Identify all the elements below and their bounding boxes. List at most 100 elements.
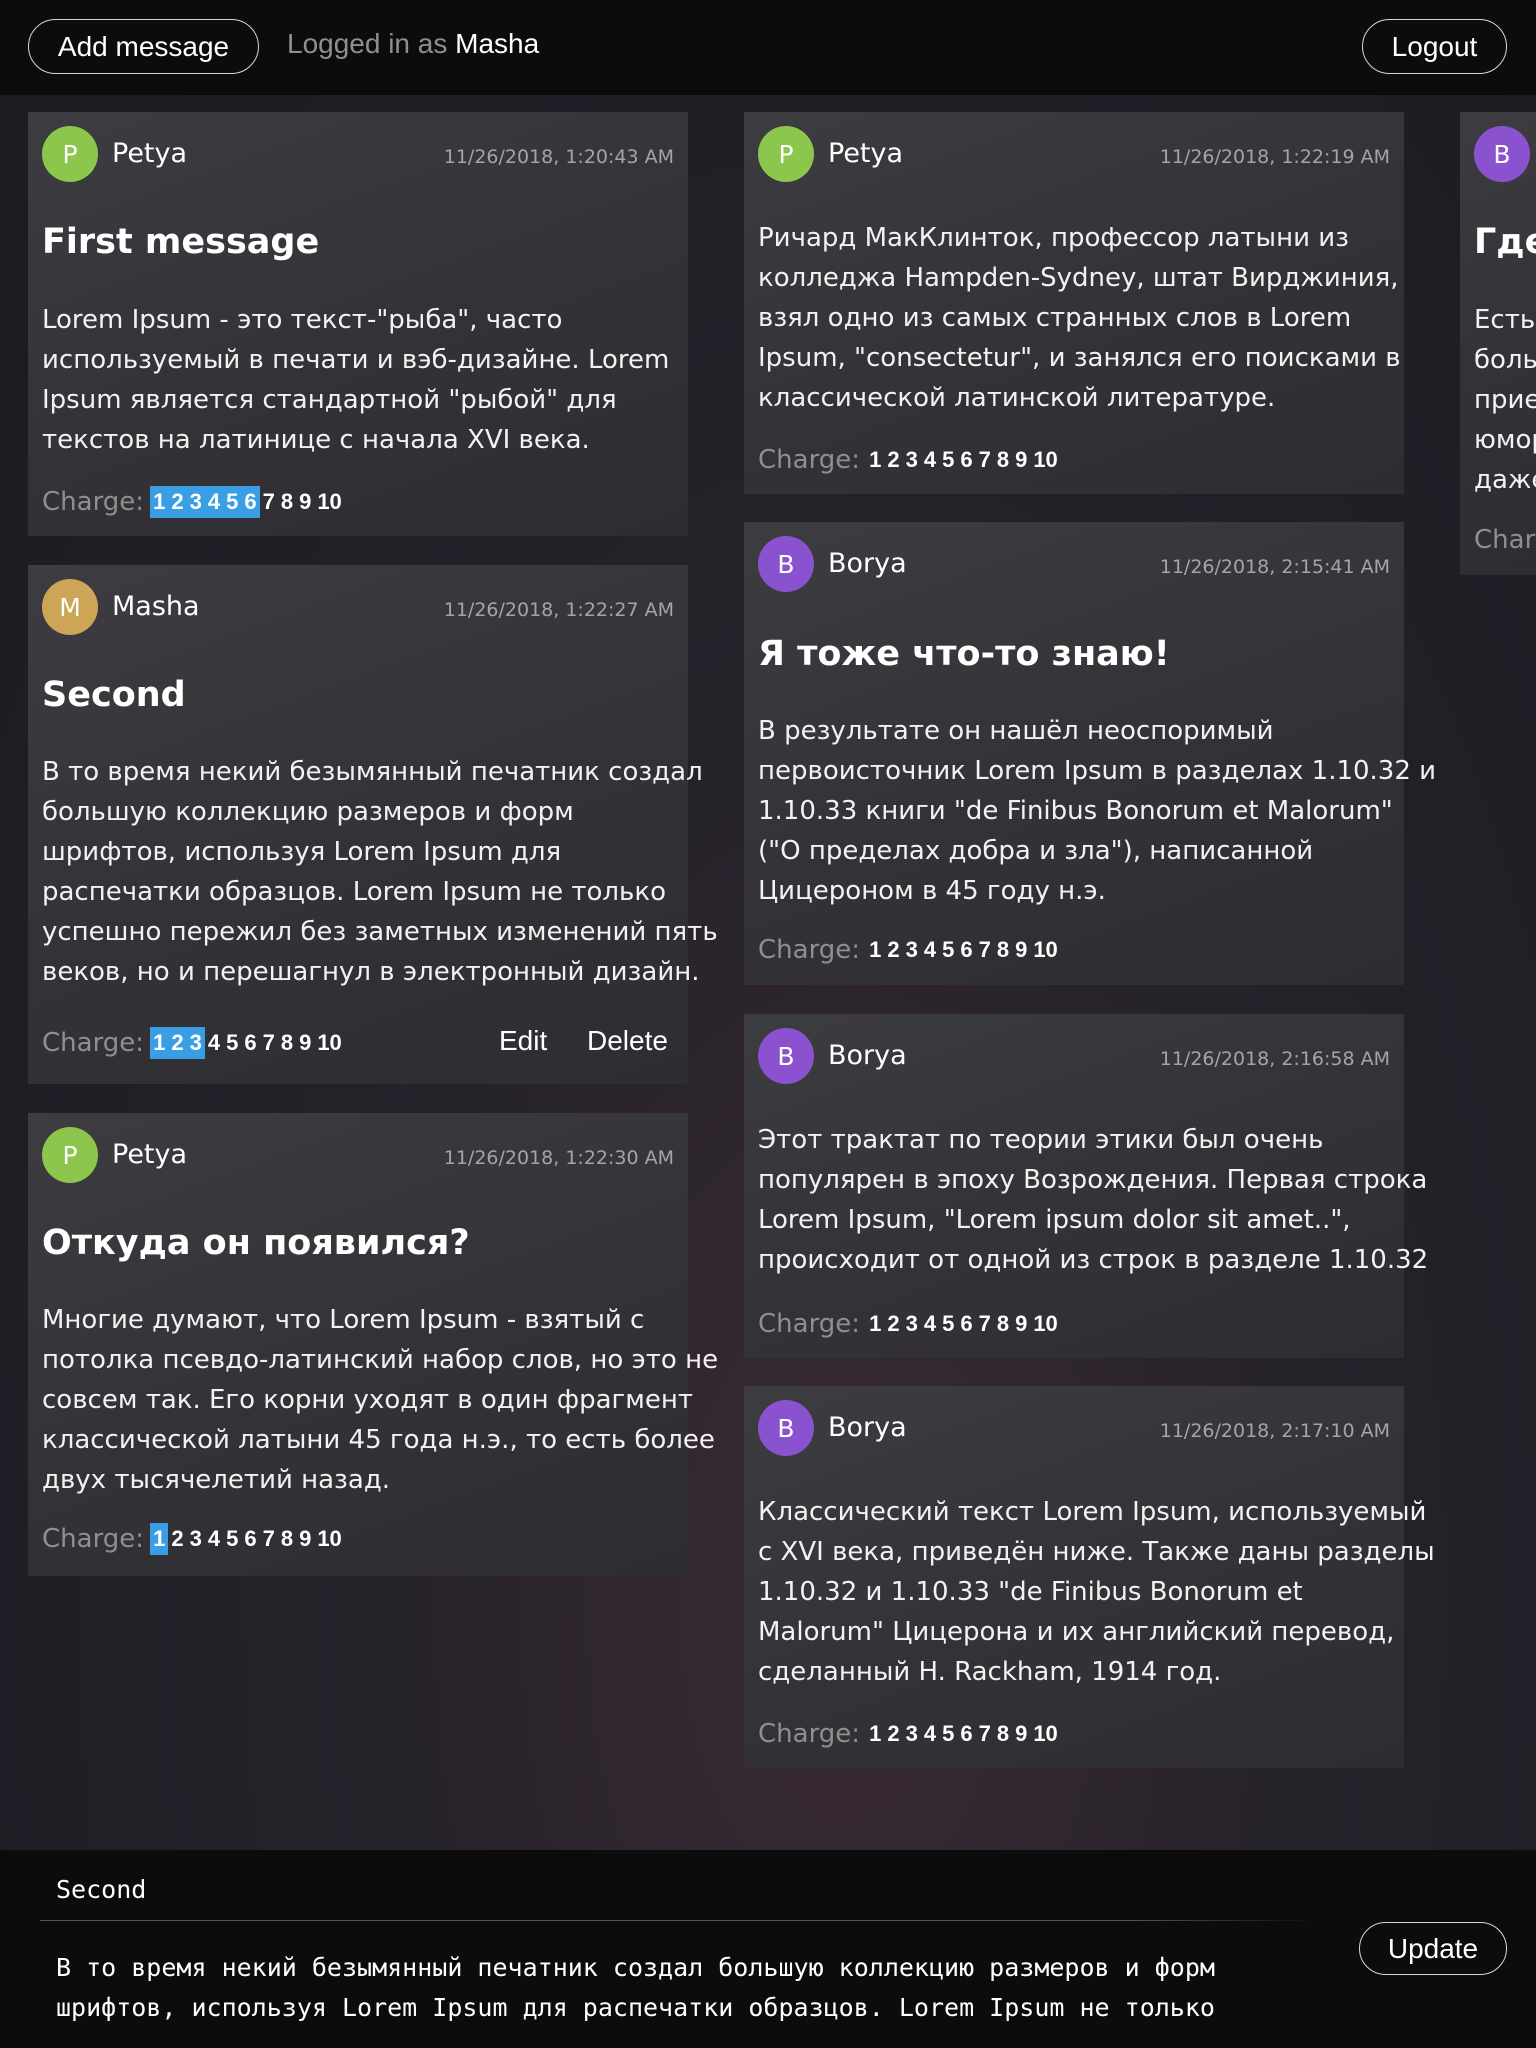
message-date: 11/26/2018, 1:20:43 AM <box>443 146 674 168</box>
charge-label: Charg <box>1474 525 1536 555</box>
charge-option[interactable]: 7 <box>260 1027 278 1059</box>
charge-option[interactable]: 7 <box>976 1718 994 1750</box>
charge-option[interactable]: 6 <box>241 1027 259 1059</box>
message-card: P Petya 11/26/2018, 1:22:30 AM Откуда он… <box>28 1113 718 1576</box>
charge-option[interactable]: 3 <box>186 1027 205 1059</box>
charge-option[interactable]: 5 <box>223 1523 241 1555</box>
charge-option[interactable]: 4 <box>204 486 224 518</box>
add-message-button[interactable]: Add message <box>28 19 259 74</box>
charge-option[interactable]: 1 <box>866 934 884 966</box>
charge-option[interactable]: 9 <box>1012 1308 1030 1340</box>
charge-option[interactable]: 10 <box>314 1027 344 1059</box>
charge-option[interactable]: 1 <box>150 1027 169 1059</box>
charge-option[interactable]: 9 <box>296 1523 314 1555</box>
charge-option[interactable]: 7 <box>260 486 278 518</box>
charge-option[interactable]: 3 <box>903 1718 921 1750</box>
charge-option[interactable]: 7 <box>976 934 994 966</box>
message-card: B Borya 11/26/2018, 2:16:58 AM Этот трак… <box>744 1014 1428 1358</box>
body-line: прие <box>1474 385 1536 415</box>
message-title: Second <box>42 675 186 715</box>
message-body: Lorem Ipsum - это текст-"рыба", часто исп… <box>42 300 669 460</box>
charge-option[interactable]: 2 <box>884 1308 902 1340</box>
charge-option[interactable]: 6 <box>241 486 260 518</box>
charge-option[interactable]: 6 <box>241 1523 259 1555</box>
message-body: Многие думают, что Lorem Ipsum - взятый … <box>42 1300 718 1500</box>
charge-option[interactable]: 6 <box>957 934 975 966</box>
charge-option[interactable]: 10 <box>1030 1308 1060 1340</box>
logout-button[interactable]: Logout <box>1362 19 1507 74</box>
edit-button[interactable]: Edit <box>499 1025 547 1057</box>
charge-option[interactable]: 10 <box>314 1523 344 1555</box>
body-line: шрифтов, используя Lorem Ipsum для <box>42 837 562 867</box>
charge-option[interactable]: 2 <box>884 444 902 476</box>
message-date: 11/26/2018, 1:22:27 AM <box>443 599 674 621</box>
body-line: популярен в эпоху Возрождения. Первая ст… <box>758 1165 1428 1195</box>
charge-option[interactable]: 10 <box>1030 1718 1060 1750</box>
charge-option[interactable]: 5 <box>939 1718 957 1750</box>
charge-option[interactable]: 8 <box>278 1523 296 1555</box>
charge-option[interactable]: 8 <box>278 1027 296 1059</box>
charge-option[interactable]: 4 <box>205 1027 223 1059</box>
body-line: потолка псевдо-латинский набор слов, но … <box>42 1345 719 1375</box>
charge-option[interactable]: 6 <box>957 1718 975 1750</box>
avatar: B <box>758 1028 814 1084</box>
charge-option[interactable]: 8 <box>994 934 1012 966</box>
charge-option[interactable]: 10 <box>1030 934 1060 966</box>
charge-option[interactable]: 7 <box>260 1523 278 1555</box>
charge-option[interactable]: 9 <box>296 486 314 518</box>
edit-title-input[interactable]: Second <box>56 1875 146 1904</box>
body-line: текстов на латинице с начала XVI века. <box>42 425 590 455</box>
charge-option[interactable]: 8 <box>994 1308 1012 1340</box>
charge-option[interactable]: 2 <box>884 1718 902 1750</box>
charge-option[interactable]: 3 <box>903 934 921 966</box>
charge-option[interactable]: 2 <box>168 486 187 518</box>
charge-rating: Charge: 1 2 3 4 5 6 7 8 9 10 <box>758 934 1061 966</box>
charge-option[interactable]: 3 <box>903 1308 921 1340</box>
charge-option[interactable]: 1 <box>866 444 884 476</box>
charge-option[interactable]: 7 <box>976 1308 994 1340</box>
charge-option[interactable]: 3 <box>903 444 921 476</box>
charge-option[interactable]: 6 <box>957 1308 975 1340</box>
charge-option[interactable]: 8 <box>278 486 296 518</box>
charge-rating: Charge: 1 2 3 4 5 6 7 8 9 10 <box>42 1523 345 1555</box>
charge-option[interactable]: 9 <box>1012 1718 1030 1750</box>
body-line: Классический текст Lorem Ipsum, использу… <box>758 1497 1427 1527</box>
update-button[interactable]: Update <box>1359 1922 1507 1975</box>
charge-option[interactable]: 2 <box>168 1523 186 1555</box>
charge-option[interactable]: 10 <box>314 486 344 518</box>
body-line: Этот трактат по теории этики был очень <box>758 1125 1324 1155</box>
charge-option[interactable]: 8 <box>994 1718 1012 1750</box>
charge-option[interactable]: 1 <box>150 486 169 518</box>
charge-option[interactable]: 4 <box>921 1718 939 1750</box>
charge-option[interactable]: 1 <box>150 1523 169 1555</box>
avatar: B <box>758 1400 814 1456</box>
charge-option[interactable]: 7 <box>976 444 994 476</box>
charge-option[interactable]: 3 <box>187 1523 205 1555</box>
charge-option[interactable]: 4 <box>921 444 939 476</box>
charge-option[interactable]: 8 <box>994 444 1012 476</box>
body-line: Ipsum является стандартной "рыбой" для <box>42 385 617 415</box>
delete-button[interactable]: Delete <box>587 1025 668 1057</box>
charge-rating: Charge: 1 2 3 4 5 6 7 8 9 10 <box>42 486 345 518</box>
edit-body-textarea[interactable]: В то время некий безымянный печатник соз… <box>56 1948 1215 2028</box>
charge-option[interactable]: 10 <box>1030 444 1060 476</box>
charge-option[interactable]: 1 <box>866 1718 884 1750</box>
edit-body-line: В то время некий безымянный печатник соз… <box>56 1953 1215 1982</box>
charge-option[interactable]: 9 <box>1012 934 1030 966</box>
charge-option[interactable]: 5 <box>939 934 957 966</box>
author-name: Petya <box>112 1139 188 1170</box>
charge-option[interactable]: 5 <box>223 1027 241 1059</box>
charge-option[interactable]: 5 <box>939 1308 957 1340</box>
charge-option[interactable]: 5 <box>223 486 242 518</box>
charge-option[interactable]: 9 <box>1012 444 1030 476</box>
charge-option[interactable]: 2 <box>884 934 902 966</box>
charge-option[interactable]: 5 <box>939 444 957 476</box>
charge-option[interactable]: 9 <box>296 1027 314 1059</box>
charge-option[interactable]: 3 <box>186 486 205 518</box>
charge-option[interactable]: 6 <box>957 444 975 476</box>
charge-option[interactable]: 4 <box>921 1308 939 1340</box>
charge-option[interactable]: 4 <box>921 934 939 966</box>
charge-option[interactable]: 4 <box>205 1523 223 1555</box>
charge-option[interactable]: 1 <box>866 1308 884 1340</box>
charge-option[interactable]: 2 <box>168 1027 187 1059</box>
